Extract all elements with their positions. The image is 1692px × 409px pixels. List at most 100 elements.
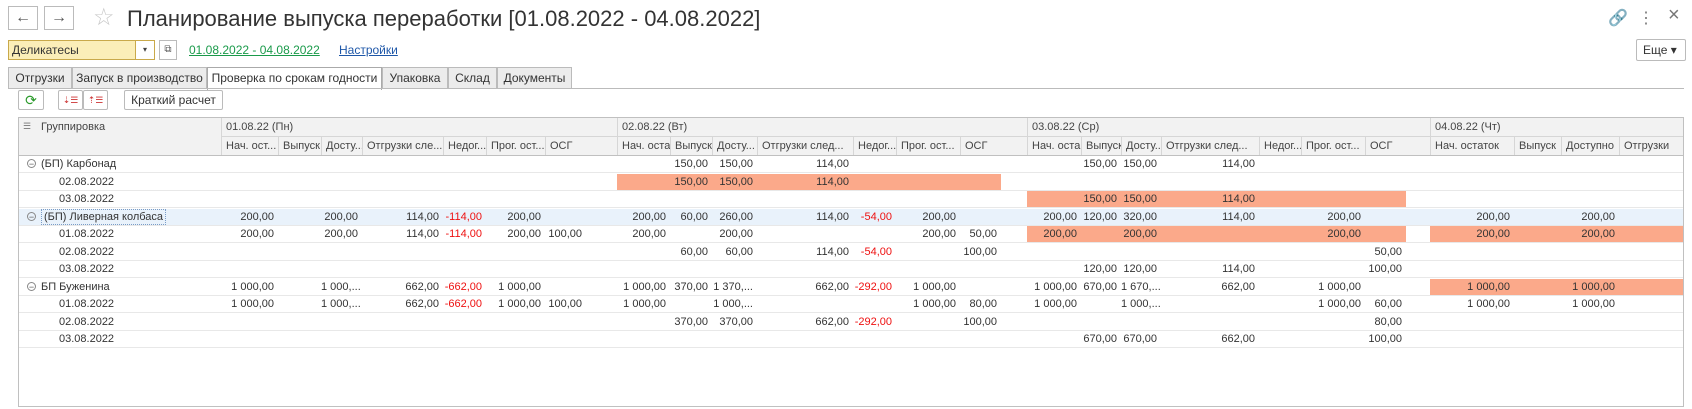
grid-cell[interactable]: 200,00 bbox=[712, 226, 757, 242]
grid-cell[interactable]: -54,00 bbox=[853, 244, 896, 260]
grid-cell[interactable]: 50,00 bbox=[960, 226, 1001, 242]
day-header[interactable]: 02.08.22 (Вт) bbox=[617, 118, 1027, 136]
grid-cell[interactable]: 100,00 bbox=[545, 296, 586, 312]
settings-link[interactable]: Настройки bbox=[339, 43, 398, 57]
grid-cell[interactable]: 100,00 bbox=[960, 314, 1001, 330]
grid-cell[interactable]: 1 000,... bbox=[321, 296, 362, 312]
grid-cell[interactable]: 1 000,00 bbox=[1561, 296, 1619, 312]
refresh-button[interactable]: ⟳ bbox=[18, 90, 44, 110]
column-header-d2-nedog[interactable]: Недог... bbox=[853, 137, 896, 155]
grid-cell[interactable]: 200,00 bbox=[896, 226, 960, 242]
more-button[interactable]: Еще ▾ bbox=[1636, 39, 1686, 61]
grid-cell[interactable]: 150,00 bbox=[670, 174, 712, 190]
more-actions-icon[interactable]: ⋮ bbox=[1638, 8, 1654, 28]
grid-cell[interactable]: 114,00 bbox=[362, 226, 443, 242]
grid-cell[interactable]: 1 000,00 bbox=[617, 279, 670, 295]
grid-cell[interactable]: 120,00 bbox=[1081, 261, 1121, 277]
column-header-d2-vyp[interactable]: Выпуск bbox=[670, 137, 712, 155]
planning-grid[interactable]: ☰ Группировка 01.08.22 (Пн) 02.08.22 (Вт… bbox=[18, 117, 1684, 407]
grid-cell[interactable]: 662,00 bbox=[1161, 279, 1259, 295]
grid-cell[interactable]: 1 670,... bbox=[1121, 279, 1161, 295]
grid-cell[interactable]: 200,00 bbox=[1561, 209, 1619, 225]
grid-cell[interactable]: 114,00 bbox=[1161, 191, 1259, 207]
grid-cell[interactable]: 662,00 bbox=[1161, 331, 1259, 347]
grid-cell[interactable]: 670,00 bbox=[1121, 331, 1161, 347]
grid-cell[interactable]: 370,00 bbox=[712, 314, 757, 330]
grid-cell[interactable]: 150,00 bbox=[712, 174, 757, 190]
link-icon[interactable]: 🔗 bbox=[1608, 8, 1628, 28]
grid-cell[interactable]: 1 000,00 bbox=[896, 296, 960, 312]
favorite-star-icon[interactable]: ☆ bbox=[93, 3, 115, 33]
column-header-d1-osg[interactable]: ОСГ bbox=[545, 137, 586, 155]
grid-cell[interactable]: -114,00 bbox=[443, 226, 486, 242]
sort-collapse-button[interactable]: ⇡☰ bbox=[83, 90, 108, 110]
table-row[interactable]: 02.08.2022 370,00 370,00 662,00 -292,00 100,0… bbox=[19, 314, 1683, 331]
column-header-d2-otgr[interactable]: Отгрузки след... bbox=[757, 137, 853, 155]
grid-cell[interactable]: -292,00 bbox=[853, 279, 896, 295]
grid-cell[interactable]: 200,00 bbox=[617, 209, 670, 225]
grid-cell[interactable]: 100,00 bbox=[545, 226, 586, 242]
column-header-d3-dost[interactable]: Досту... bbox=[1121, 137, 1161, 155]
grid-cell[interactable]: 200,00 bbox=[486, 209, 545, 225]
column-header-d4-vyp[interactable]: Выпуск bbox=[1514, 137, 1561, 155]
grid-cell[interactable]: 1 000,00 bbox=[1430, 296, 1514, 312]
column-header-d4-dost[interactable]: Доступно bbox=[1561, 137, 1619, 155]
grid-cell[interactable]: -662,00 bbox=[443, 279, 486, 295]
sort-expand-button[interactable]: ⇣☰ bbox=[58, 90, 83, 110]
grid-cell[interactable]: 150,00 bbox=[712, 156, 757, 172]
column-header-d4-nach[interactable]: Нач. остаток bbox=[1430, 137, 1514, 155]
grid-cell[interactable]: 120,00 bbox=[1121, 261, 1161, 277]
grid-cell[interactable]: 114,00 bbox=[362, 209, 443, 225]
open-icon[interactable]: ⧉ bbox=[159, 40, 177, 60]
column-header-d3-prog[interactable]: Прог. ост... bbox=[1301, 137, 1365, 155]
tab-warehouse[interactable]: Склад bbox=[448, 67, 497, 89]
grid-cell[interactable]: 1 000,00 bbox=[486, 279, 545, 295]
day-header[interactable]: 03.08.22 (Ср) bbox=[1027, 118, 1430, 136]
table-row[interactable]: 02.08.2022 60,00 60,00 114,00 -54,00 100,00 50… bbox=[19, 244, 1683, 261]
chevron-down-icon[interactable]: ▾ bbox=[135, 41, 154, 59]
column-header-d3-vyp[interactable]: Выпуск bbox=[1081, 137, 1121, 155]
grid-cell[interactable]: 200,00 bbox=[221, 209, 278, 225]
column-header-d2-osg[interactable]: ОСГ bbox=[960, 137, 1001, 155]
grid-cell[interactable]: 1 000,00 bbox=[1301, 296, 1365, 312]
grid-cell[interactable]: 114,00 bbox=[1161, 156, 1259, 172]
column-header-d1-nach[interactable]: Нач. ост... bbox=[221, 137, 278, 155]
grid-cell[interactable]: 1 000,00 bbox=[1027, 296, 1081, 312]
grid-cell[interactable]: 1 000,... bbox=[321, 279, 362, 295]
grid-cell[interactable]: 1 000,00 bbox=[617, 296, 670, 312]
grid-cell[interactable]: 100,00 bbox=[1365, 331, 1406, 347]
grid-cell[interactable]: -114,00 bbox=[443, 209, 486, 225]
grid-cell[interactable]: 200,00 bbox=[1301, 226, 1365, 242]
group-row[interactable]: − (БП) Ливерная колбаса 200,00 200,00 114,00… bbox=[19, 208, 1683, 226]
tab-packaging[interactable]: Упаковка bbox=[382, 67, 448, 89]
grid-cell[interactable]: 114,00 bbox=[1161, 209, 1259, 225]
grid-cell[interactable]: 100,00 bbox=[1365, 261, 1406, 277]
grid-cell[interactable]: 1 000,00 bbox=[1027, 279, 1081, 295]
grid-cell[interactable]: 80,00 bbox=[1365, 314, 1406, 330]
column-header-d2-dost[interactable]: Досту... bbox=[712, 137, 757, 155]
grid-cell[interactable]: 200,00 bbox=[221, 226, 278, 242]
grid-cell[interactable]: 662,00 bbox=[362, 279, 443, 295]
grid-cell[interactable]: 662,00 bbox=[757, 279, 853, 295]
category-select[interactable]: Деликатесы ▾ bbox=[8, 40, 155, 60]
grid-cell[interactable]: 200,00 bbox=[1430, 209, 1514, 225]
grid-cell[interactable]: 670,00 bbox=[1081, 279, 1121, 295]
grid-cell[interactable]: 200,00 bbox=[896, 209, 960, 225]
grid-cell[interactable]: 114,00 bbox=[757, 156, 853, 172]
grid-cell[interactable]: -662,00 bbox=[443, 296, 486, 312]
tab-production-launch[interactable]: Запуск в производство bbox=[72, 67, 207, 89]
grid-cell[interactable]: 1 000,00 bbox=[221, 279, 278, 295]
table-row[interactable]: 01.08.2022 1 000,00 1 000,... 662,00 -662,00… bbox=[19, 296, 1683, 313]
column-header-d1-prog[interactable]: Прог. ост... bbox=[486, 137, 545, 155]
grid-cell[interactable]: 662,00 bbox=[362, 296, 443, 312]
grid-cell[interactable]: 1 000,00 bbox=[221, 296, 278, 312]
grid-cell[interactable]: 150,00 bbox=[1081, 191, 1121, 207]
grid-cell[interactable]: 60,00 bbox=[670, 209, 712, 225]
grid-cell[interactable]: 200,00 bbox=[1027, 226, 1081, 242]
grid-cell[interactable]: 100,00 bbox=[960, 244, 1001, 260]
column-header-d3-nach[interactable]: Нач. оста... bbox=[1027, 137, 1081, 155]
grid-cell[interactable]: 200,00 bbox=[321, 209, 362, 225]
grid-cell[interactable]: 1 000,... bbox=[1121, 296, 1161, 312]
grid-cell[interactable]: 80,00 bbox=[960, 296, 1001, 312]
column-header-d1-otgr[interactable]: Отгрузки сле... bbox=[362, 137, 443, 155]
